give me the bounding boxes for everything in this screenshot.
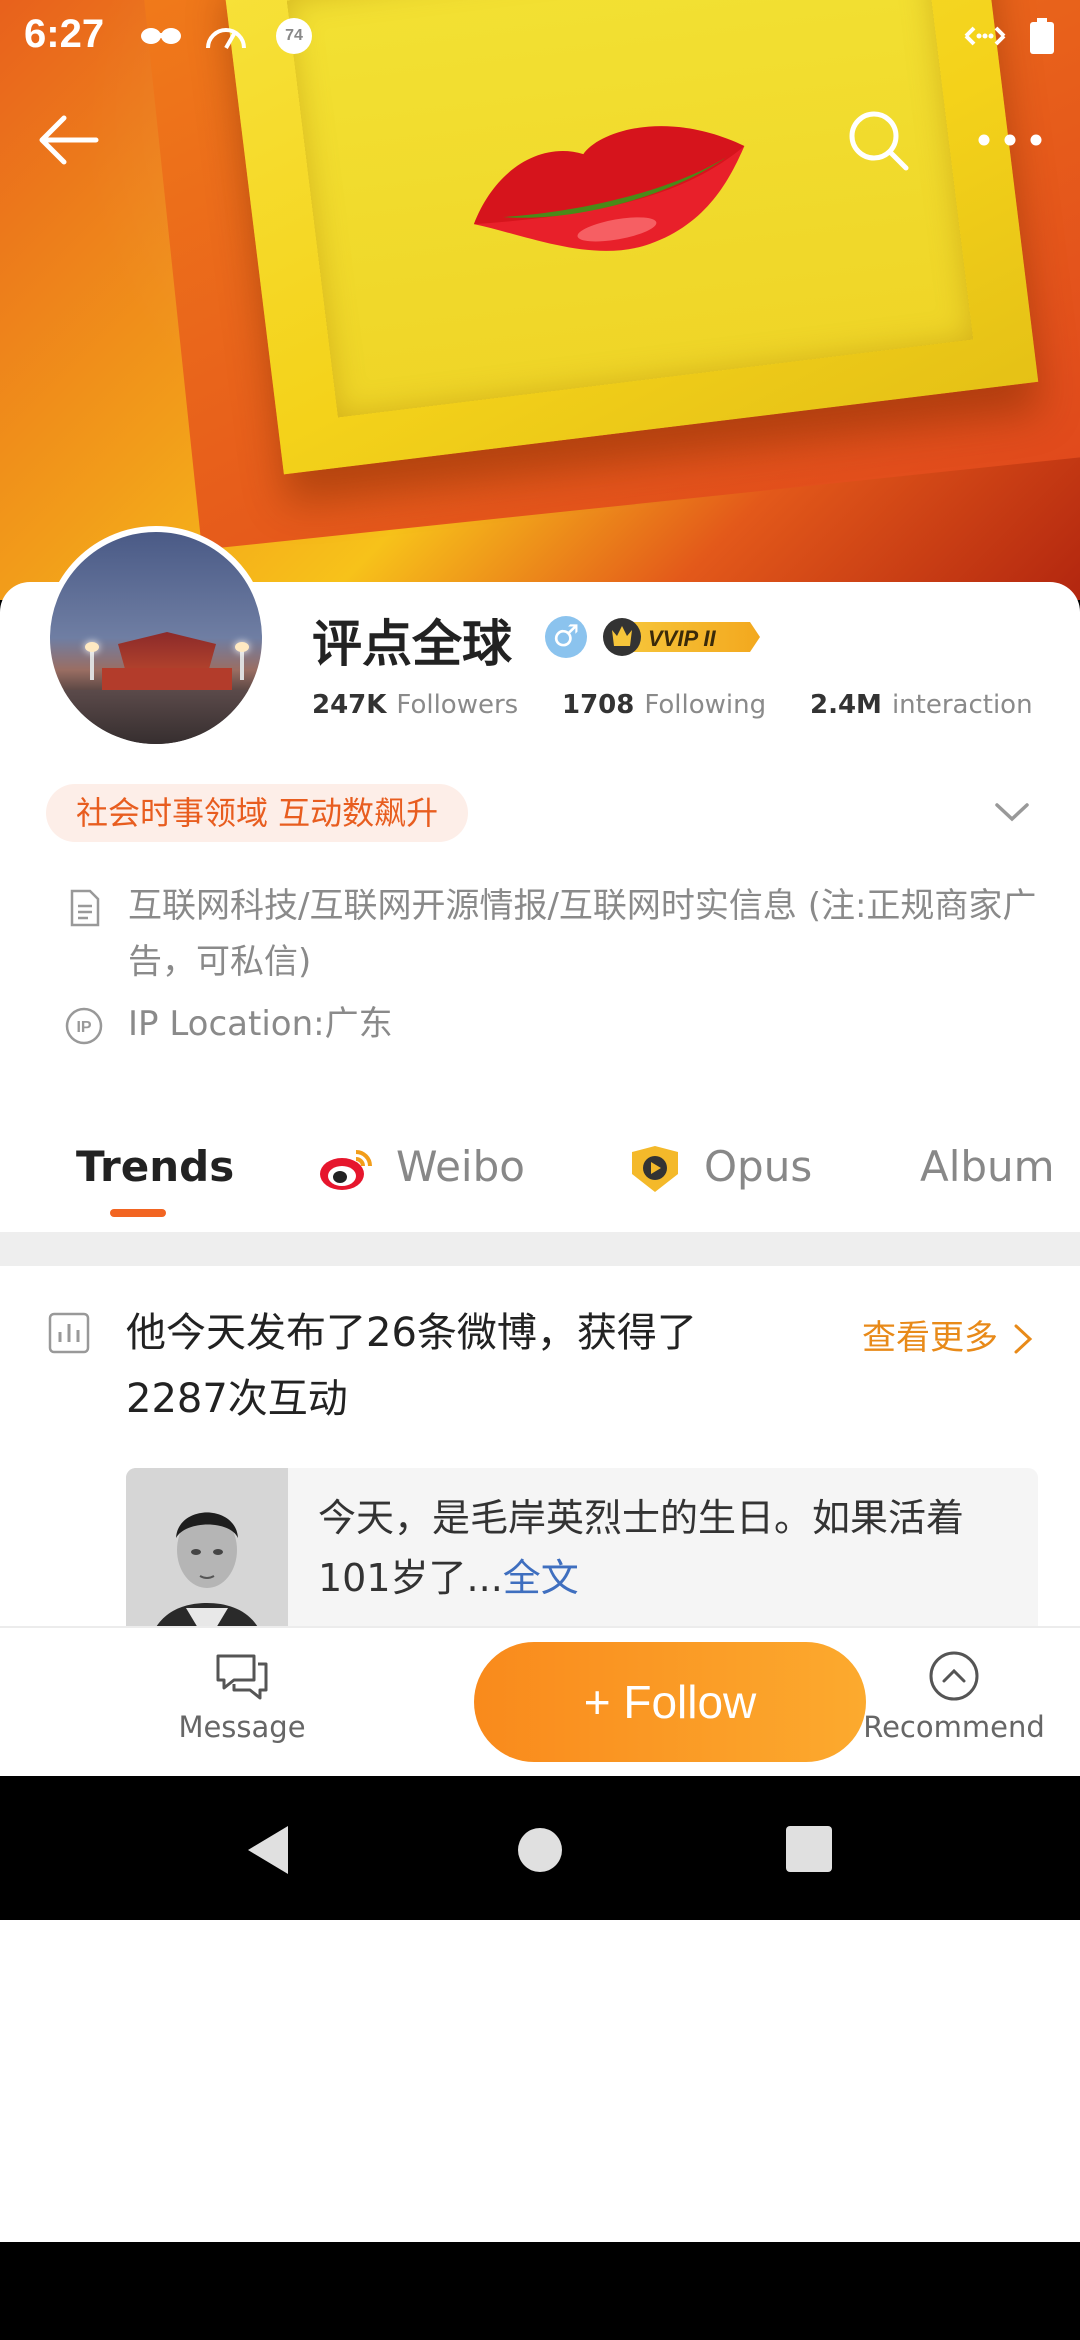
avatar-ground xyxy=(50,690,262,744)
bottom-action-bar: Message + Follow Recommend xyxy=(0,1626,1080,1776)
interaction-count: 2.4M xyxy=(810,690,882,720)
following-label: Following xyxy=(644,690,767,720)
status-bar: 6:27 74 xyxy=(0,0,1080,72)
avatar-gate-base xyxy=(102,668,232,690)
avatar-lamp xyxy=(85,642,99,680)
battery-icon xyxy=(1030,18,1054,54)
bio-text: 互联网科技/互联网开源情报/互联网时实信息 (注:正规商家广告，可私信) xyxy=(128,886,1037,982)
see-more-link[interactable]: 查看更多 xyxy=(862,1310,998,1359)
message-icon xyxy=(216,1654,268,1700)
ip-icon: IP xyxy=(65,1007,103,1045)
weibo-icon xyxy=(320,1150,372,1190)
avatar-gate-roof xyxy=(118,632,216,672)
back-arrow-icon[interactable] xyxy=(30,100,110,180)
opus-icon xyxy=(632,1146,678,1192)
cover-image: 6:27 74 xyxy=(0,0,1080,600)
chevron-up-circle-icon xyxy=(929,1651,979,1701)
interaction-label: interaction xyxy=(891,690,1033,720)
interaction-stat[interactable]: 2.4M interaction xyxy=(810,690,1033,720)
following-stat[interactable]: 1708 Following xyxy=(562,690,766,720)
message-button[interactable]: Message xyxy=(162,1628,322,1778)
profile-section: 评点全球 ♂ VVIP II 247K Followers 1708 Followi… xyxy=(0,526,1080,2242)
search-icon[interactable] xyxy=(838,100,918,180)
avatar[interactable] xyxy=(44,526,268,750)
more-options-icon[interactable] xyxy=(970,100,1050,180)
quoted-post-text: 今天，是毛岸英烈士的生日。如果活着101岁了...全文 xyxy=(318,1488,1018,1608)
following-count: 1708 xyxy=(562,690,635,720)
chevron-down-icon[interactable] xyxy=(993,797,1031,827)
ip-location-text: IP Location:广东 xyxy=(128,1004,393,1044)
tab-album[interactable]: Album xyxy=(920,1122,1055,1212)
trending-tag[interactable]: 社会时事领域 互动数飙升 xyxy=(46,784,469,842)
section-divider xyxy=(0,1232,1080,1266)
status-time: 6:27 xyxy=(24,12,105,56)
tab-weibo[interactable]: Weibo xyxy=(396,1122,525,1212)
post-summary-title: 他今天发布了26条微博，获得了2287次互动 xyxy=(126,1310,697,1422)
recommend-label: Recommend xyxy=(863,1710,1045,1744)
quoted-post-excerpt: 今天，是毛岸英烈士的生日。如果活着101岁了... xyxy=(318,1496,965,1600)
followers-count: 247K xyxy=(312,690,387,720)
data-transfer-icon xyxy=(964,26,1006,46)
message-label: Message xyxy=(178,1710,306,1744)
vvip-label: VVIP II xyxy=(648,626,717,651)
recommend-button[interactable]: Recommend xyxy=(862,1628,1046,1778)
notification-badge-icon: 74 xyxy=(276,18,312,54)
document-icon xyxy=(70,889,100,927)
svg-text:IP: IP xyxy=(76,1019,91,1036)
system-navigation-bar xyxy=(0,1776,1080,1920)
nav-back-icon[interactable] xyxy=(244,1824,290,1876)
nav-home-icon[interactable] xyxy=(516,1826,564,1874)
followers-stat[interactable]: 247K Followers xyxy=(312,690,518,720)
tab-active-indicator xyxy=(110,1209,166,1217)
followers-label: Followers xyxy=(396,690,519,720)
stats-chart-icon xyxy=(48,1312,90,1354)
full-text-link[interactable]: 全文 xyxy=(503,1556,579,1600)
nav-recents-icon[interactable] xyxy=(786,1826,832,1872)
profile-name: 评点全球 xyxy=(312,615,512,673)
vvip-badge[interactable]: VVIP II xyxy=(600,616,762,658)
follow-button[interactable]: + Follow xyxy=(474,1642,866,1762)
tab-opus[interactable]: Opus xyxy=(704,1122,812,1212)
chevron-right-icon[interactable] xyxy=(1012,1322,1034,1356)
tab-trends[interactable]: Trends xyxy=(76,1122,234,1212)
avatar-lamp xyxy=(235,642,249,680)
male-gender-icon: ♂ xyxy=(545,616,587,658)
incognito-icon xyxy=(141,28,181,44)
speedometer-icon xyxy=(206,28,246,49)
